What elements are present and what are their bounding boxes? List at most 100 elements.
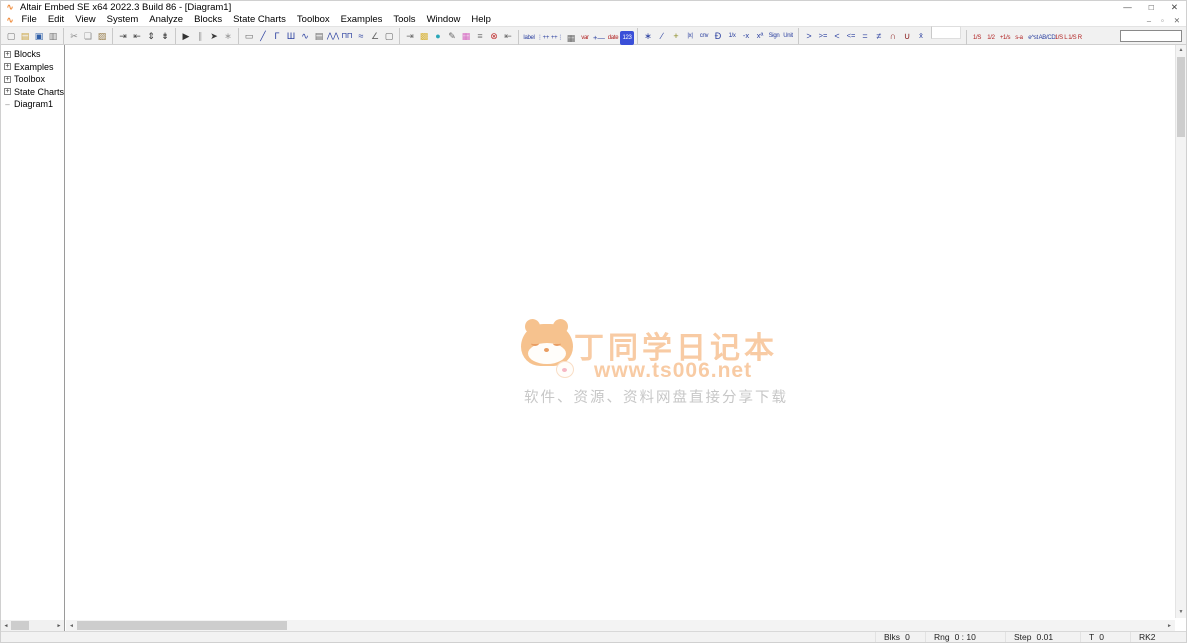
- menu-state-charts[interactable]: State Charts: [228, 14, 292, 26]
- maximize-button[interactable]: □: [1149, 1, 1154, 14]
- power-block-button[interactable]: xª: [753, 29, 767, 43]
- expand-plus-icon[interactable]: +: [4, 63, 11, 70]
- new-button[interactable]: ▢: [4, 29, 18, 43]
- wire-node-button[interactable]: ●: [431, 29, 445, 43]
- resettable-integrator-block-button[interactable]: 1/S R: [1068, 31, 1082, 45]
- ramp-block-button[interactable]: ╱: [256, 29, 270, 43]
- convert-block-button[interactable]: cnv: [697, 29, 711, 43]
- equal-button[interactable]: =: [858, 29, 872, 43]
- const-block-button[interactable]: ▭: [242, 29, 256, 43]
- input-pins-button[interactable]: ⋮++: [536, 31, 550, 45]
- edit-block-button[interactable]: ✎: [445, 29, 459, 43]
- sidebar-item-blocks[interactable]: +Blocks: [1, 48, 64, 61]
- sidebar-horizontal-scrollbar[interactable]: ◄ ►: [1, 620, 64, 631]
- divide-block-button[interactable]: ∕: [655, 29, 669, 43]
- scroll-left-icon[interactable]: ◄: [66, 623, 77, 629]
- greater-equal-button[interactable]: >=: [816, 29, 830, 43]
- menu-toolbox[interactable]: Toolbox: [291, 14, 335, 26]
- menu-edit[interactable]: Edit: [42, 14, 69, 26]
- save-button[interactable]: ▣: [32, 29, 46, 43]
- scrollbar-thumb[interactable]: [11, 621, 29, 630]
- magenta-display-button[interactable]: ▦: [459, 29, 473, 43]
- cut-button[interactable]: ✂: [67, 29, 81, 43]
- lookup-table-block-button[interactable]: ▤: [312, 29, 326, 43]
- output-pins-button[interactable]: ++⋮: [550, 31, 564, 45]
- not-button[interactable]: x̄: [914, 29, 928, 43]
- multiply-block-button[interactable]: ∗: [641, 29, 655, 43]
- not-equal-button[interactable]: ≠: [872, 29, 886, 43]
- copy-button[interactable]: ❏: [81, 29, 95, 43]
- gain-block-button[interactable]: 1/2: [984, 31, 998, 45]
- to-back-button[interactable]: ⇟: [158, 29, 172, 43]
- menu-window[interactable]: Window: [421, 14, 466, 26]
- abs-block-button[interactable]: |x|: [683, 29, 697, 43]
- menu-analyze[interactable]: Analyze: [144, 14, 189, 26]
- scrollbar-track[interactable]: [11, 620, 54, 631]
- sidebar-item-diagram1[interactable]: –Diagram1: [1, 98, 64, 111]
- less-than-button[interactable]: <: [830, 29, 844, 43]
- unit-conversion-block-button[interactable]: Unit: [781, 29, 795, 43]
- canvas-horizontal-scrollbar[interactable]: ◄ ►: [66, 620, 1175, 631]
- open-button[interactable]: ▤: [18, 29, 32, 43]
- triangle-wave-block-button[interactable]: ⋀⋀: [326, 29, 340, 43]
- and-button[interactable]: ∩: [886, 29, 900, 43]
- reciprocal-block-button[interactable]: 1/x: [725, 29, 739, 43]
- menu-view[interactable]: View: [70, 14, 101, 26]
- play-button[interactable]: ▶: [179, 29, 193, 43]
- label-block-button[interactable]: label: [522, 31, 536, 45]
- date-block-button[interactable]: date: [606, 31, 620, 45]
- compound-input-button[interactable]: ⇥: [403, 29, 417, 43]
- expand-plus-icon[interactable]: +: [4, 88, 11, 95]
- scrollbar-thumb[interactable]: [77, 621, 287, 630]
- sum-block-button[interactable]: +: [669, 29, 683, 43]
- child-minimize-button[interactable]: –: [1147, 14, 1151, 27]
- reset-button[interactable]: ∗: [221, 29, 235, 43]
- summing-integrator-block-button[interactable]: +1/s: [998, 31, 1012, 45]
- display-block-button[interactable]: ▢: [382, 29, 396, 43]
- scroll-down-icon[interactable]: ▼: [1176, 607, 1186, 618]
- menu-help[interactable]: Help: [466, 14, 497, 26]
- menu-system[interactable]: System: [101, 14, 144, 26]
- transfer-function-block-button[interactable]: s-a: [1012, 31, 1026, 45]
- plot-block-button[interactable]: ∠: [368, 29, 382, 43]
- menu-tools[interactable]: Tools: [388, 14, 421, 26]
- step-button[interactable]: ➤: [207, 29, 221, 43]
- flip-vertical-button[interactable]: ⇤: [130, 29, 144, 43]
- compound-output-button[interactable]: ⇤: [501, 29, 515, 43]
- toolbar-text-input[interactable]: [1120, 30, 1182, 42]
- menu-file[interactable]: File: [16, 14, 42, 26]
- state-space-block-button[interactable]: AB/CD: [1040, 31, 1054, 45]
- sidebar-item-examples[interactable]: +Examples: [1, 61, 64, 74]
- minimize-button[interactable]: —: [1123, 1, 1132, 14]
- to-front-button[interactable]: ⇕: [144, 29, 158, 43]
- expand-plus-icon[interactable]: +: [4, 76, 11, 83]
- limited-integrator-block-button[interactable]: 1/S L: [1054, 31, 1068, 45]
- paste-button[interactable]: ▨: [95, 29, 109, 43]
- wire-positioner-button[interactable]: +—: [592, 31, 606, 45]
- scroll-up-icon[interactable]: ▲: [1176, 45, 1186, 56]
- square-wave-block-button[interactable]: ПП: [340, 29, 354, 43]
- noise-block-button[interactable]: ≈: [354, 29, 368, 43]
- pulse-train-block-button[interactable]: Ш: [284, 29, 298, 43]
- greater-than-button[interactable]: >: [802, 29, 816, 43]
- expand-plus-icon[interactable]: +: [4, 51, 11, 58]
- child-close-button[interactable]: ✕: [1174, 14, 1180, 27]
- less-equal-button[interactable]: <=: [844, 29, 858, 43]
- canvas-vertical-scrollbar[interactable]: ▲ ▼: [1175, 45, 1186, 618]
- scroll-left-icon[interactable]: ◄: [1, 623, 11, 629]
- integrator-block-button[interactable]: 1/S: [970, 31, 984, 45]
- dialog-table-button[interactable]: ▦: [564, 31, 578, 45]
- unit-delay-block-button[interactable]: Ð: [711, 29, 725, 43]
- sidebar-item-state-charts[interactable]: +State Charts: [1, 86, 64, 99]
- display-123-button[interactable]: 123: [620, 31, 634, 45]
- child-restore-button[interactable]: ▫: [1161, 14, 1164, 27]
- stop-button[interactable]: ⊗: [487, 29, 501, 43]
- or-button[interactable]: ∪: [900, 29, 914, 43]
- scrollbar-thumb[interactable]: [1177, 57, 1185, 137]
- variable-block-button[interactable]: var: [578, 31, 592, 45]
- sign-block-button[interactable]: Sign: [767, 29, 781, 43]
- close-button[interactable]: ✕: [1171, 1, 1178, 14]
- sinusoid-block-button[interactable]: ∿: [298, 29, 312, 43]
- pause-button[interactable]: ∥: [193, 29, 207, 43]
- note-button[interactable]: ▩: [417, 29, 431, 43]
